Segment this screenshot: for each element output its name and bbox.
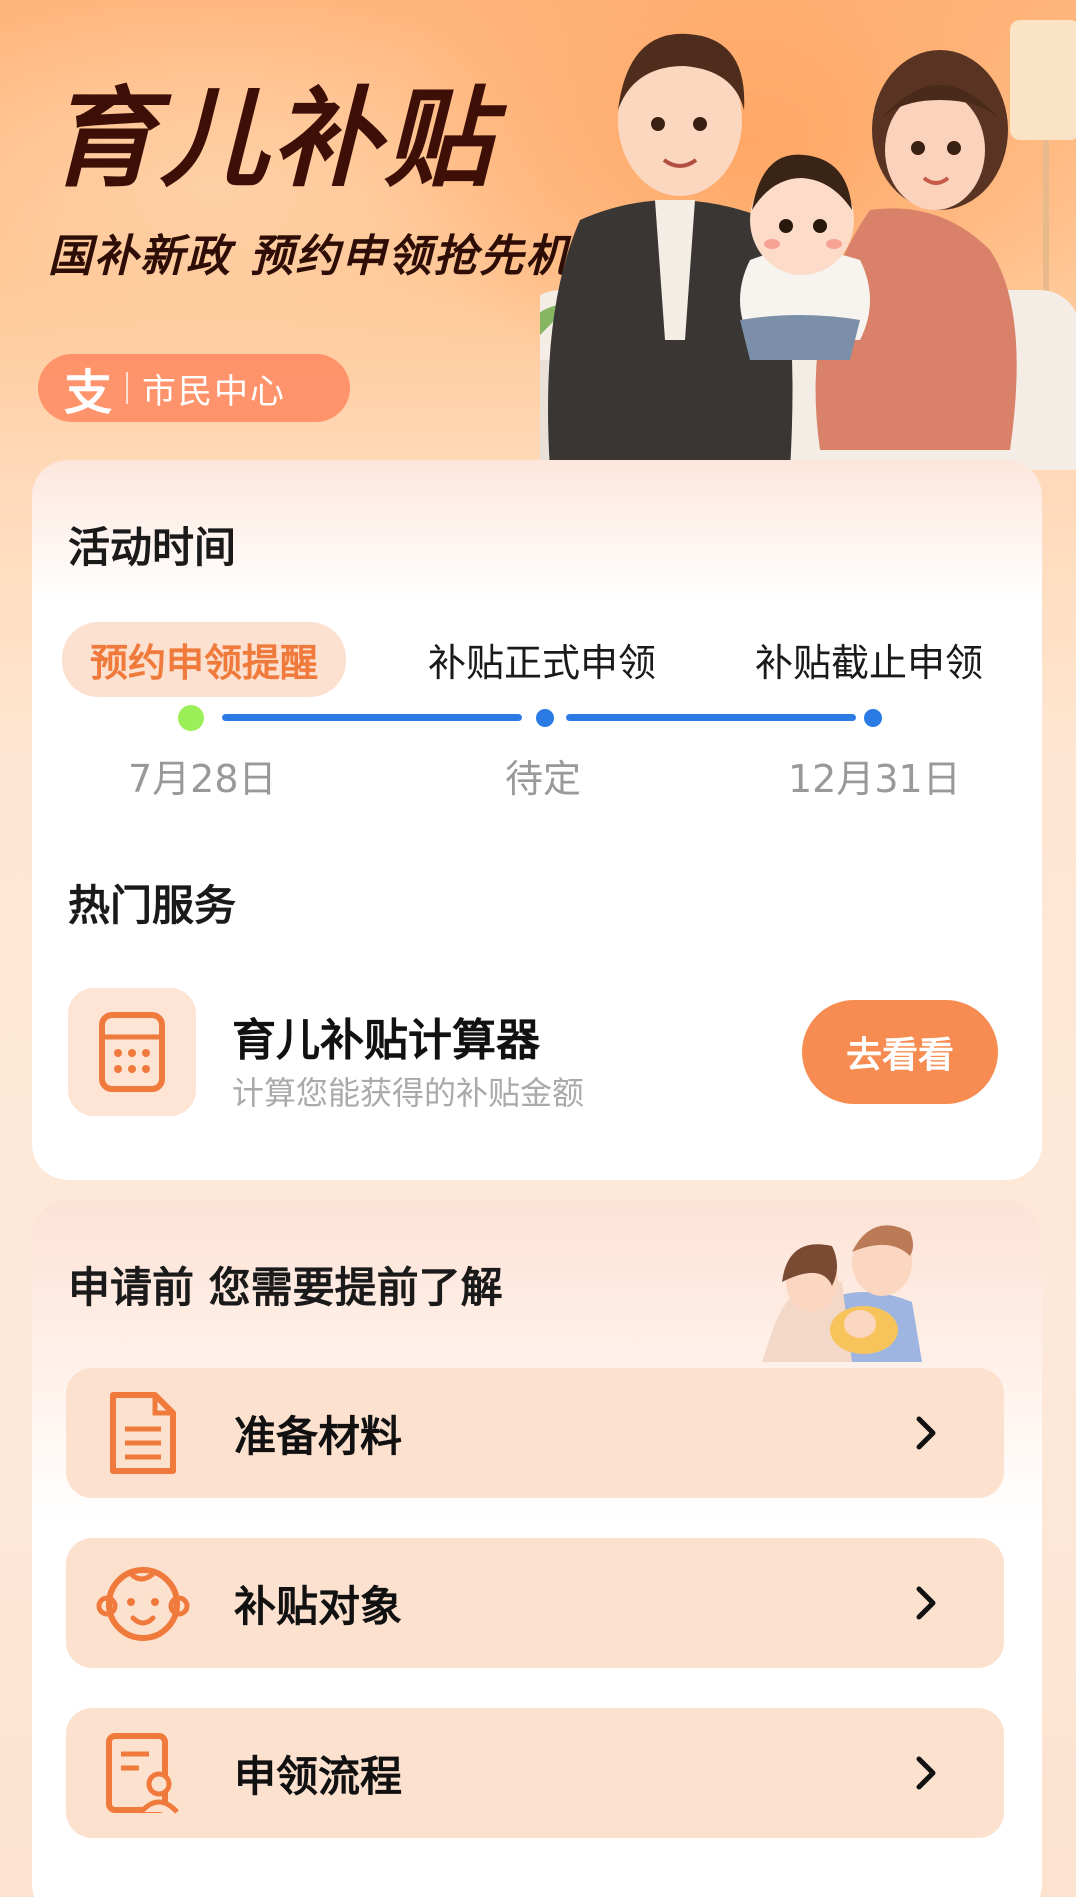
subsidy-target-label: 补贴对象 [234, 1581, 403, 1631]
timeline-dot-3 [864, 709, 882, 727]
badge-label: 市民中心 [142, 371, 287, 412]
baby-face-icon [88, 1548, 198, 1658]
document-icon [88, 1378, 198, 1488]
stage-deadline[interactable]: 补贴截止申领 [755, 632, 983, 687]
form-user-icon [88, 1718, 198, 1828]
timeline-labels: 预约申领提醒 补贴正式申领 补贴截止申领 [0, 620, 1076, 700]
citizen-center-badge[interactable]: 支 市民中心 [38, 354, 350, 422]
calculator-desc: 计算您能获得的补贴金额 [232, 1074, 585, 1112]
go-see-button[interactable]: 去看看 [802, 1000, 998, 1104]
timeline-track [0, 700, 1076, 740]
chevron-right-icon [906, 1413, 946, 1453]
hot-services-title: 热门服务 [68, 881, 237, 930]
prepare-materials-label: 准备材料 [234, 1411, 403, 1461]
hero-banner: 育儿补贴 国补新政 预约申领抢先机 支 市民中心 [0, 0, 1076, 470]
stage-reminder-date: 7月28日 [128, 757, 277, 801]
family-illustration [540, 20, 1076, 470]
timeline-dot-active [178, 705, 204, 731]
timeline-line-1 [222, 714, 522, 721]
timeline-line-2 [566, 714, 856, 721]
prepare-materials-row[interactable]: 准备材料 [66, 1368, 1004, 1498]
calculator-title: 育儿补贴计算器 [232, 1015, 540, 1066]
calculator-icon-box [68, 988, 196, 1116]
stage-reminder[interactable]: 预约申领提醒 [62, 622, 347, 697]
apply-process-row[interactable]: 申领流程 [66, 1708, 1004, 1838]
stage-official[interactable]: 补贴正式申领 [428, 632, 656, 687]
subsidy-target-row[interactable]: 补贴对象 [66, 1538, 1004, 1668]
stage-official-date: 待定 [505, 757, 582, 801]
parents-illustration [762, 1225, 922, 1362]
apply-process-label: 申领流程 [234, 1751, 403, 1801]
timeline-dot-2 [536, 709, 554, 727]
hero-subtitle: 国补新政 预约申领抢先机 [48, 231, 572, 282]
stage-deadline-date: 12月31日 [788, 757, 961, 801]
alipay-icon: 支 [64, 365, 113, 421]
calculator-icon [99, 1012, 165, 1092]
badge-divider [126, 372, 129, 404]
before-apply-title: 申请前 您需要提前了解 [68, 1263, 503, 1312]
chevron-right-icon [906, 1583, 946, 1623]
activity-title: 活动时间 [68, 523, 237, 572]
hero-title: 育儿补贴 [48, 77, 497, 202]
chevron-right-icon [906, 1753, 946, 1793]
